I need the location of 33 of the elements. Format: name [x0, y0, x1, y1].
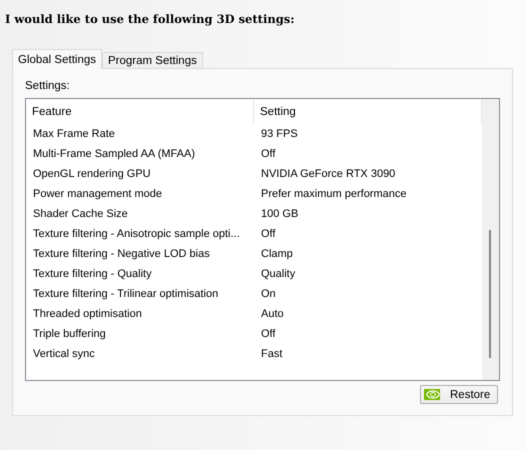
table-cell-text: Off: [260, 228, 276, 240]
table-cell-text: Texture filtering - Quality: [32, 268, 153, 280]
table-cell-text: Max Frame Rate: [32, 128, 116, 140]
restore-button[interactable]: Restore: [420, 385, 498, 404]
table-cell-text: Prefer maximum performance: [260, 188, 408, 200]
table-cell-text: NVIDIA GeForce RTX 3090: [260, 168, 396, 180]
tab[interactable]: Program Settings: [102, 52, 203, 69]
table-cell-text: 100 GB: [260, 208, 300, 220]
eye-logo-icon: [424, 389, 440, 400]
table-cell-text: Triple buffering: [32, 328, 107, 340]
table-cell-text: OpenGL rendering GPU: [32, 168, 152, 180]
table-cell-text: Shader Cache Size: [32, 208, 129, 220]
settings-label: Settings:: [25, 80, 71, 94]
heading: I would like to use the following 3D settings:: [5, 12, 296, 28]
table-cell-text: Auto: [260, 308, 285, 320]
table-cell-text: Texture filtering - Anisotropic sample opti...: [32, 228, 241, 240]
table-cell-text: Quality: [260, 268, 296, 280]
column-header[interactable]: Feature: [26, 99, 254, 124]
table-cell-text: 93 FPS: [260, 128, 299, 140]
tab[interactable]: Global Settings: [12, 49, 102, 69]
scrollbar[interactable]: [482, 99, 499, 380]
table-cell-text: Vertical sync: [32, 348, 96, 360]
table-cell-text: Texture filtering - Trilinear optimisation: [32, 288, 220, 300]
table-cell-text: Clamp: [260, 248, 294, 260]
table-cell-text: Fast: [260, 348, 284, 360]
table-cell-text: Off: [260, 148, 276, 160]
table-cell-text: On: [260, 288, 277, 300]
scroll-thumb[interactable]: [489, 230, 491, 358]
table-cell-text: Threaded optimisation: [32, 308, 143, 320]
table-cell-text: Multi-Frame Sampled AA (MFAA): [32, 148, 196, 160]
table-cell-text: Texture filtering - Negative LOD bias: [32, 248, 211, 260]
table-cell-text: Power management mode: [32, 188, 164, 200]
table-cell-text: Off: [260, 328, 276, 340]
